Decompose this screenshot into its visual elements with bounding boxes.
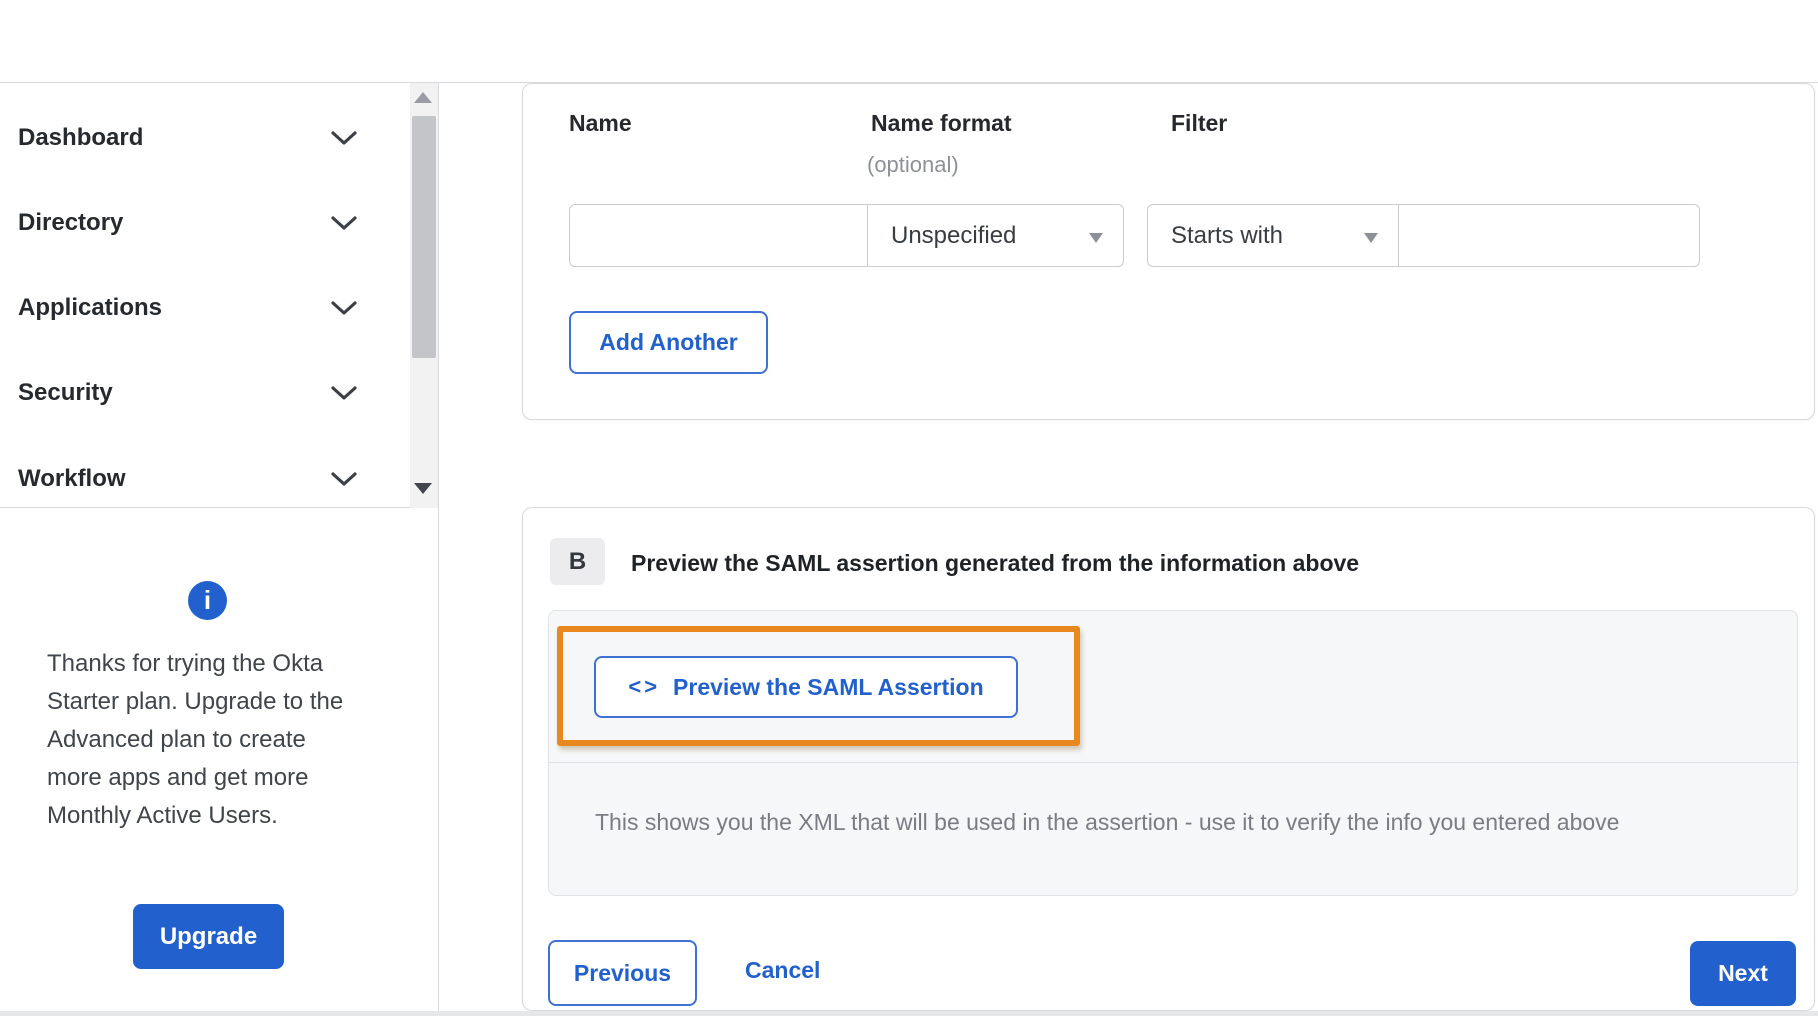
chevron-down-icon bbox=[331, 130, 357, 145]
chevron-down-icon bbox=[331, 300, 357, 315]
okta-admin-page: okta Dashboard Directory Applications Se… bbox=[0, 0, 1818, 1016]
top-header bbox=[0, 0, 1818, 83]
previous-button[interactable]: Previous bbox=[548, 940, 697, 1006]
name-format-column-label: Name format bbox=[871, 110, 1012, 136]
info-icon: i bbox=[188, 581, 227, 620]
preview-saml-assertion-button[interactable]: <> Preview the SAML Assertion bbox=[594, 656, 1018, 718]
name-format-selected-value: Unspecified bbox=[891, 221, 1017, 249]
attribute-name-input[interactable] bbox=[569, 204, 868, 267]
sidebar-nav: Dashboard Directory Applications Securit… bbox=[0, 83, 438, 508]
name-format-select[interactable]: Unspecified bbox=[867, 204, 1124, 267]
filter-value-input[interactable] bbox=[1398, 204, 1700, 267]
scrollbar-down-arrow-icon[interactable] bbox=[414, 483, 432, 494]
name-format-optional-hint: (optional) bbox=[867, 152, 959, 177]
sidebar-item-label: Security bbox=[18, 379, 113, 406]
chevron-down-icon bbox=[331, 215, 357, 230]
preview-panel: <> Preview the SAML Assertion This shows… bbox=[548, 610, 1798, 896]
cancel-link[interactable]: Cancel bbox=[745, 957, 820, 984]
sidebar-divider bbox=[438, 83, 439, 1016]
code-icon: <> bbox=[628, 674, 661, 699]
sidebar-item-label: Dashboard bbox=[18, 124, 144, 151]
filter-column-label: Filter bbox=[1171, 110, 1228, 136]
next-button[interactable]: Next bbox=[1690, 941, 1796, 1006]
chevron-down-icon bbox=[331, 471, 357, 486]
filter-operator-select[interactable]: Starts with bbox=[1147, 204, 1399, 267]
attribute-statements-card: Name Name format (optional) Filter Unspe… bbox=[522, 83, 1815, 420]
section-b-title: Preview the SAML assertion generated fro… bbox=[631, 550, 1360, 576]
preview-saml-card: B Preview the SAML assertion generated f… bbox=[522, 507, 1815, 1011]
sidebar-item-security[interactable]: Security bbox=[0, 363, 402, 423]
panel-divider bbox=[549, 762, 1797, 763]
preview-button-label: Preview the SAML Assertion bbox=[673, 673, 984, 700]
add-another-button[interactable]: Add Another bbox=[569, 311, 768, 374]
sidebar-item-label: Workflow bbox=[18, 465, 126, 492]
sidebar-item-workflow[interactable]: Workflow bbox=[0, 449, 402, 509]
preview-description: This shows you the XML that will be used… bbox=[595, 809, 1620, 835]
step-b-badge: B bbox=[550, 538, 605, 585]
dropdown-caret-icon bbox=[1089, 233, 1103, 243]
sidebar-item-dashboard[interactable]: Dashboard bbox=[0, 108, 402, 168]
chevron-down-icon bbox=[331, 385, 357, 400]
sidebar-item-directory[interactable]: Directory bbox=[0, 193, 402, 253]
trial-notice-text: Thanks for trying the Okta Starter plan.… bbox=[47, 650, 344, 829]
bottom-page-edge bbox=[0, 1011, 1818, 1016]
sidebar-scrollbar-thumb[interactable] bbox=[412, 116, 436, 358]
scrollbar-up-arrow-icon[interactable] bbox=[414, 92, 432, 103]
sidebar-item-label: Directory bbox=[18, 209, 124, 236]
name-column-label: Name bbox=[569, 110, 632, 136]
upgrade-button[interactable]: Upgrade bbox=[133, 904, 284, 969]
sidebar-item-label: Applications bbox=[18, 294, 163, 321]
dropdown-caret-icon bbox=[1364, 233, 1378, 243]
filter-operator-selected-value: Starts with bbox=[1171, 221, 1284, 249]
sidebar-item-applications[interactable]: Applications bbox=[0, 278, 402, 338]
